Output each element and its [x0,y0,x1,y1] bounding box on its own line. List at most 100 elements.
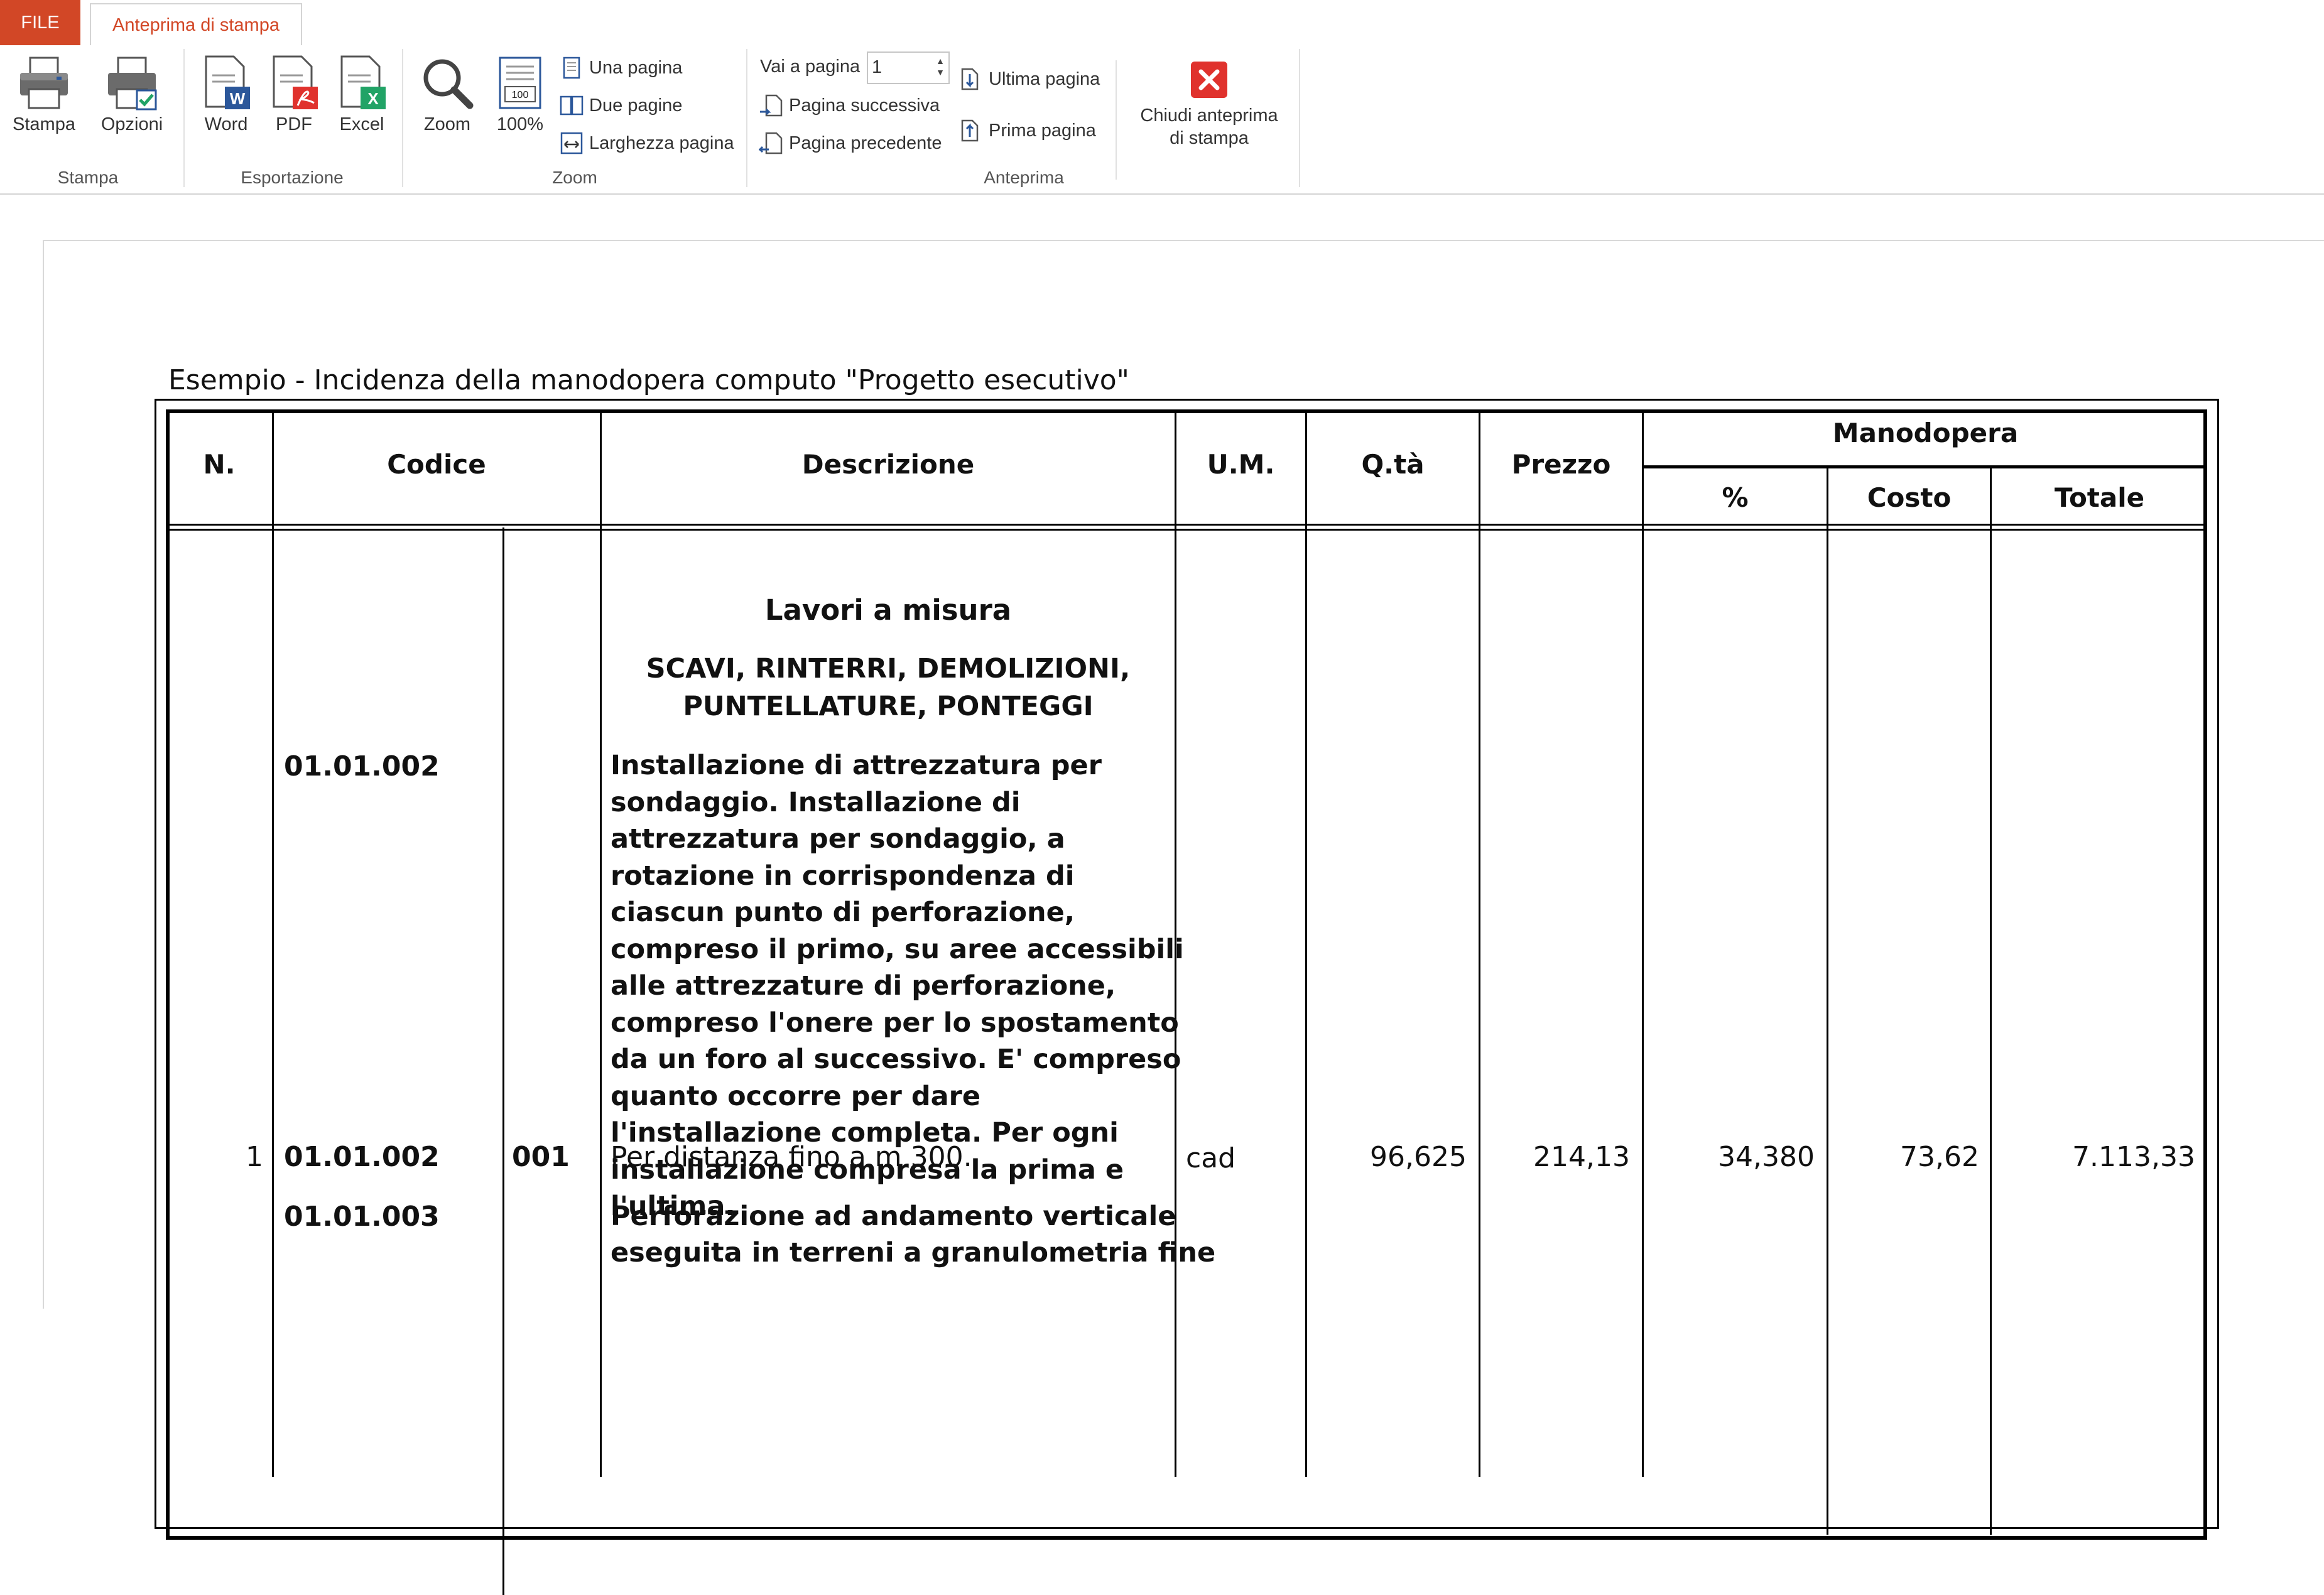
first-page-icon [961,119,979,142]
group-label-zoom: Zoom [552,168,597,187]
row-n: 1 [246,1141,263,1173]
goto-page-label: Vai a pagina [760,57,861,77]
column-divider [1827,467,1828,1535]
two-pages-label: Due pagine [589,95,683,116]
group-label-anteprima: Anteprima [984,168,1064,187]
export-word-button[interactable]: W Word [195,54,258,135]
last-page-button[interactable]: Ultima pagina [958,67,1100,92]
header-bottom-line [166,529,2207,531]
tab-print-preview[interactable]: Anteprima di stampa [90,3,302,46]
header-um: U.M. [1207,449,1275,480]
group-separator [402,49,403,187]
next-page-label: Pagina successiva [789,95,940,116]
header-percent: % [1722,482,1749,513]
group-separator [183,49,185,187]
spinner-arrows-icon[interactable]: ▲ ▼ [936,55,945,78]
category-title-line-1: SCAVI, RINTERRI, DEMOLIZIONI, [646,653,1131,684]
row-costo: 73,62 [1900,1141,1979,1173]
column-divider [1990,467,1992,1535]
export-excel-button[interactable]: X Excel [330,54,393,135]
prev-page-button[interactable]: Pagina precedente [759,131,942,156]
first-page-button[interactable]: Prima pagina [958,118,1096,143]
row-codice: 01.01.002 [284,1141,440,1173]
next-group-description-1: Perforazione ad andamento verticale [611,1201,1176,1232]
row-prezzo: 214,13 [1533,1141,1630,1173]
page-width-icon [560,132,583,154]
word-doc-icon: W [205,55,250,109]
close-icon [1191,62,1227,98]
header-descrizione: Descrizione [801,449,975,480]
header-manodopera: Manodopera [1832,418,2019,448]
header-n: N. [203,449,236,480]
excel-label: Excel [339,114,384,134]
page-width-button[interactable]: Larghezza pagina [559,131,734,156]
zoom-label: Zoom [423,114,471,134]
next-page-icon [760,94,783,117]
group-separator [1116,60,1117,180]
category-title-line-2: PUNTELLATURE, PONTEGGI [683,691,1094,722]
next-group-code: 01.01.003 [284,1201,440,1233]
group-separator [1299,49,1300,187]
options-button[interactable]: Opzioni [94,54,170,135]
header-prezzo: Prezzo [1511,449,1611,480]
row-percent: 34,380 [1718,1141,1815,1173]
one-page-icon [563,57,580,79]
header-divider [1642,465,2207,468]
printer-icon [20,57,68,109]
close-preview-label-2: di stampa [1170,128,1249,148]
pdf-doc-icon [273,55,318,109]
goto-page-spinner[interactable]: 1 ▲ ▼ [867,51,950,84]
prev-page-icon [759,132,783,154]
row-descrizione: Per distanza fino a m 300. [611,1141,972,1173]
svg-text:X: X [367,89,379,108]
close-preview-button[interactable]: Chiudi anteprima di stampa [1124,60,1294,149]
page-width-label: Larghezza pagina [589,132,734,153]
svg-text:100: 100 [512,90,529,100]
pdf-label: PDF [276,114,312,134]
first-page-label: Prima pagina [989,120,1096,141]
column-divider [1305,409,1307,1477]
report-title: Esempio - Incidenza della manodopera com… [168,364,1129,396]
print-label: Stampa [13,114,75,134]
export-pdf-button[interactable]: PDF [263,54,325,135]
page-100-icon: 100 [499,57,541,109]
last-page-label: Ultima pagina [989,68,1100,89]
tab-file[interactable]: FILE [0,0,80,45]
last-page-icon [961,68,979,90]
column-divider [272,409,274,1477]
header-codice: Codice [387,449,486,480]
close-preview-label-1: Chiudi anteprima [1140,105,1278,126]
column-divider [502,527,504,1595]
print-button[interactable]: Stampa [9,54,79,135]
next-page-button[interactable]: Pagina successiva [759,93,940,118]
two-pages-button[interactable]: Due pagine [559,93,682,118]
row-sub-code: 001 [512,1141,570,1173]
next-group-description-2: eseguita in terreni a granulometria fine [611,1237,1216,1268]
section-title: Lavori a misura [764,593,1012,627]
row-totale: 7.113,33 [2072,1141,2195,1173]
header-bottom-line [166,524,2207,526]
column-divider [600,409,602,1477]
row-qta: 96,625 [1370,1141,1467,1173]
word-label: Word [204,114,248,134]
group-label-esportazione: Esportazione [241,168,344,187]
header-totale: Totale [2054,482,2145,513]
printer-options-icon [108,57,157,111]
zoom-button[interactable]: Zoom [415,54,480,135]
group-label-stampa: Stampa [57,168,119,187]
zoom-100-button[interactable]: 100 100% [487,54,553,135]
prev-page-label: Pagina precedente [789,132,942,153]
magnifier-icon [423,59,474,109]
two-pages-icon [560,95,584,116]
excel-doc-icon: X [340,55,386,109]
header-costo: Costo [1867,482,1952,513]
one-page-label: Una pagina [589,57,683,78]
ribbon-tab-bar: FILE Anteprima di stampa [0,0,2324,46]
preview-area[interactable]: Esempio - Incidenza della manodopera com… [0,195,2324,1595]
options-label: Opzioni [100,114,163,134]
header-qta: Q.tà [1361,449,1425,480]
zoom-100-label: 100% [496,114,544,134]
column-divider [1479,409,1480,1477]
goto-page-value: 1 [872,57,882,77]
one-page-button[interactable]: Una pagina [559,55,682,80]
